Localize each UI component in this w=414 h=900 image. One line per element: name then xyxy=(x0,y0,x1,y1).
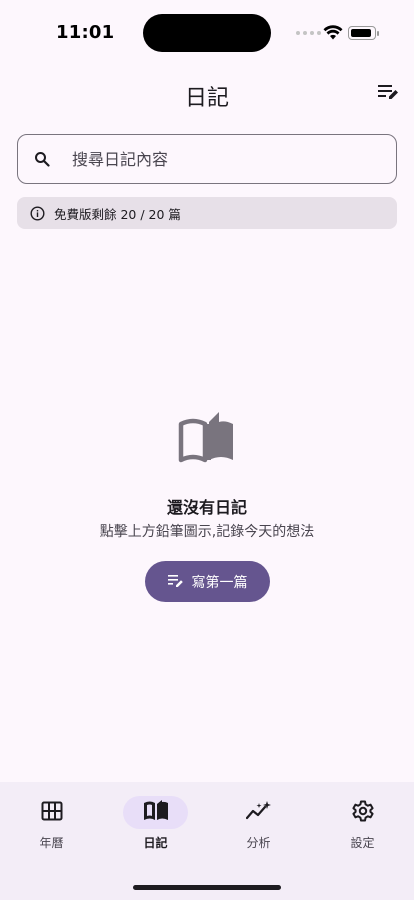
search-input[interactable] xyxy=(72,149,362,169)
edit-list-icon xyxy=(167,574,184,590)
nav-pill xyxy=(330,796,395,829)
battery-cap xyxy=(377,31,379,36)
info-icon xyxy=(30,205,45,221)
dynamic-island xyxy=(143,14,271,52)
status-time: 11:01 xyxy=(56,22,115,43)
nav-item-calendar[interactable]: 年曆 xyxy=(0,782,103,862)
nav-item-settings[interactable]: 設定 xyxy=(311,782,414,862)
nav-pill-active xyxy=(123,796,188,829)
quota-text: 免費版剩餘 20 / 20 篇 xyxy=(54,206,181,222)
write-first-entry-label: 寫第一篇 xyxy=(191,574,248,591)
search-field[interactable] xyxy=(17,134,397,184)
sort-edit-icon xyxy=(377,83,399,105)
home-indicator[interactable] xyxy=(133,885,281,890)
gear-icon xyxy=(351,800,374,826)
nav-label-calendar: 年曆 xyxy=(39,836,64,850)
search-icon xyxy=(34,150,52,168)
nav-label-diary: 日記 xyxy=(143,836,168,850)
quota-banner: 免費版剩餘 20 / 20 篇 xyxy=(17,197,397,229)
nav-pill xyxy=(19,796,84,829)
nav-item-diary[interactable]: 日記 xyxy=(104,782,207,862)
grid-calendar-icon xyxy=(41,801,63,825)
status-bar: 11:01 xyxy=(0,0,414,60)
wifi-icon xyxy=(323,25,343,44)
nav-label-settings: 設定 xyxy=(350,836,375,850)
page-title: 日記 xyxy=(184,86,229,111)
empty-state-title: 還沒有日記 xyxy=(166,498,247,517)
nav-item-analysis[interactable]: 分析 xyxy=(207,782,310,862)
sort-edit-button[interactable] xyxy=(374,80,402,108)
bottom-navigation: 年曆 日記 分析 設定 xyxy=(0,782,414,900)
sparkle-chart-icon xyxy=(245,800,272,826)
cellular-signal-icon xyxy=(296,31,321,35)
book-icon xyxy=(143,799,169,826)
write-first-entry-button[interactable]: 寫第一篇 xyxy=(145,561,270,602)
nav-pill xyxy=(226,796,291,829)
nav-label-analysis: 分析 xyxy=(246,836,271,850)
open-book-icon xyxy=(175,410,239,466)
empty-state-subtitle: 點擊上方鉛筆圖示,記錄今天的想法 xyxy=(99,524,315,540)
battery-icon xyxy=(348,26,376,40)
